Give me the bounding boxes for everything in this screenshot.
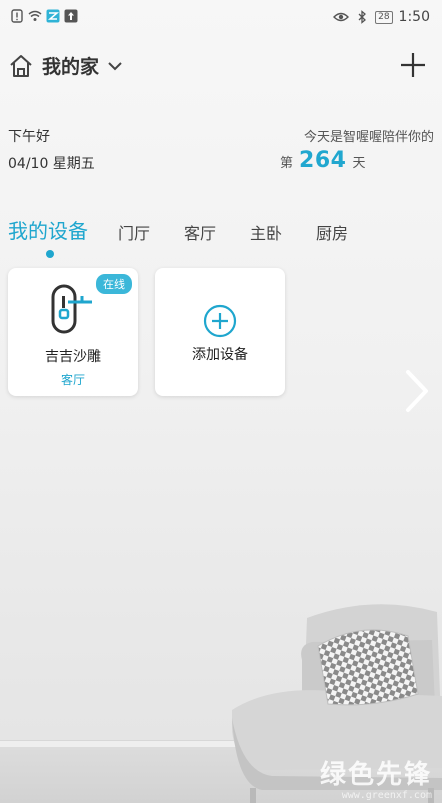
bluetooth-icon: [358, 10, 367, 24]
device-room: 客厅: [60, 373, 85, 387]
device-name: 吉吉沙雕: [45, 349, 101, 365]
home-icon: [10, 54, 32, 77]
add-device-label: 添加设备: [192, 347, 248, 363]
smart-lock-icon: [51, 284, 92, 334]
home-name: 我的家: [42, 56, 100, 78]
date-text: 04/10 星期五: [8, 156, 95, 172]
eye-icon: [333, 12, 350, 22]
wifi-icon: [28, 10, 42, 21]
status-bar: 28 1:50: [0, 0, 442, 36]
plus-circle-icon: [203, 304, 237, 338]
tab-entrance[interactable]: 门厅: [118, 220, 150, 244]
watermark-url: www.greenxf.com: [341, 790, 432, 801]
home-selector[interactable]: 我的家: [8, 52, 123, 79]
tab-kitchen[interactable]: 厨房: [316, 220, 348, 244]
tab-my-devices[interactable]: 我的设备: [8, 215, 88, 258]
chevron-down-icon: [108, 61, 122, 70]
status-right: 28 1:50: [333, 9, 430, 25]
status-badge: 在线: [96, 274, 132, 294]
active-tab-indicator: [46, 250, 54, 258]
days-counter: 第 264 天: [280, 148, 365, 173]
plus-icon[interactable]: [398, 50, 428, 80]
alert-icon: [11, 9, 23, 23]
device-card[interactable]: 在线 吉吉沙雕 客厅: [8, 268, 138, 396]
tab-label: 我的设备: [8, 219, 88, 243]
greeting-text: 下午好: [8, 129, 50, 145]
accompany-text: 今天是智喔喔陪伴你的: [303, 130, 434, 145]
tab-living-room[interactable]: 客厅: [184, 220, 216, 244]
upload-icon: [64, 9, 78, 23]
add-device-card[interactable]: 添加设备: [155, 268, 285, 396]
status-left-icons: [10, 9, 78, 23]
chevron-right-icon[interactable]: [404, 368, 430, 414]
tab-master-bedroom[interactable]: 主卧: [250, 220, 282, 244]
day-suffix: 天: [352, 156, 366, 171]
watermark-text: 绿色先锋: [319, 760, 432, 790]
room-tabs: 我的设备 门厅 客厅 主卧 厨房: [8, 215, 382, 258]
day-count: 264: [299, 148, 347, 173]
app-notification-icon: [46, 9, 60, 23]
status-time: 1:50: [398, 9, 430, 25]
day-prefix: 第: [280, 156, 294, 171]
battery-indicator: 28: [375, 10, 393, 24]
